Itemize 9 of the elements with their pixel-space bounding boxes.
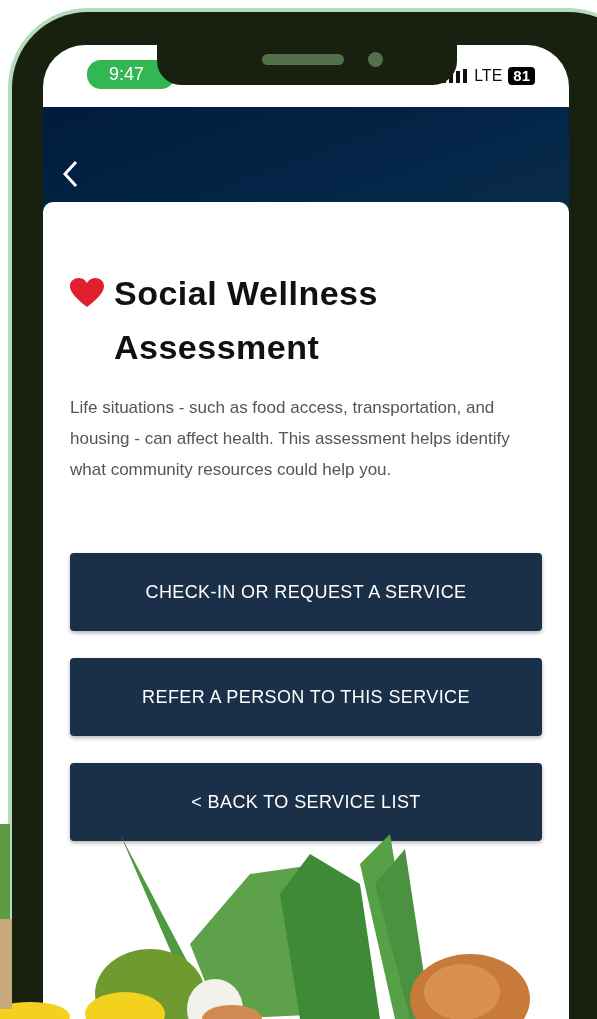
network-label: LTE xyxy=(474,67,503,85)
heart-icon xyxy=(70,278,104,308)
page-title: Social Wellness Assessment xyxy=(114,273,379,368)
action-button[interactable]: CHECK-IN OR REQUEST A SERVICE xyxy=(70,553,542,631)
battery-level: 81 xyxy=(508,67,535,85)
action-button[interactable]: REFER A PERSON TO THIS SERVICE xyxy=(70,658,542,736)
back-icon[interactable] xyxy=(62,160,78,188)
action-button[interactable]: < BACK TO SERVICE LIST xyxy=(70,763,542,841)
description-text: Life situations - such as food access, transportation, and housing - can affect health. This assessment helps identify what community resources could help you. xyxy=(70,397,511,481)
